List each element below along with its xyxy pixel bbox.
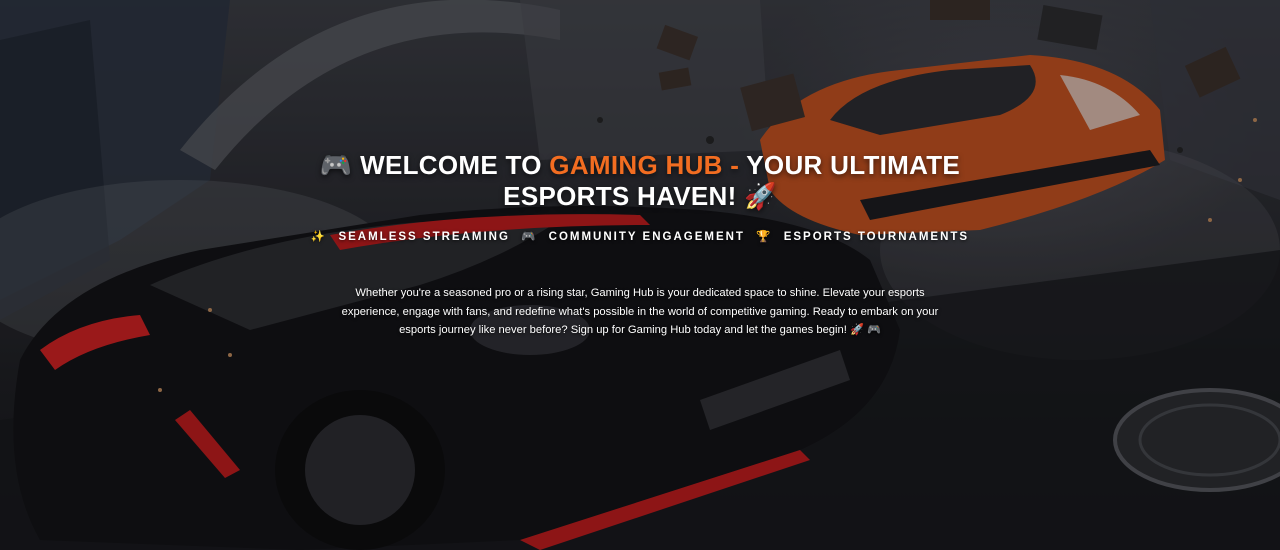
feature-list: ✨ SEAMLESS STREAMING 🎮 COMMUNITY ENGAGEM… <box>240 230 1040 244</box>
hero-description: Whether you're a seasoned pro or a risin… <box>330 284 950 340</box>
rocket-gamepad-icons: 🚀 🎮 <box>849 324 881 336</box>
gamepad-icon: 🎮 <box>319 150 353 180</box>
description-text: Whether you're a seasoned pro or a risin… <box>341 287 939 336</box>
feature-tournaments: ESPORTS TOURNAMENTS <box>783 231 970 243</box>
feature-streaming: SEAMLESS STREAMING <box>338 231 510 243</box>
title-brand-name: GAMING HUB - <box>549 150 740 180</box>
rocket-icon: 🚀 <box>744 181 777 211</box>
trophy-icon: 🏆 <box>756 231 773 243</box>
hero-section: 🎮 WELCOME TO GAMING HUB - YOUR ULTIMATE … <box>0 0 1280 550</box>
hero-content: 🎮 WELCOME TO GAMING HUB - YOUR ULTIMATE … <box>0 0 1280 550</box>
title-prefix: WELCOME TO <box>360 150 550 180</box>
hero-title: 🎮 WELCOME TO GAMING HUB - YOUR ULTIMATE … <box>290 150 990 212</box>
gamepad-icon: 🎮 <box>521 231 538 243</box>
sparkles-icon: ✨ <box>310 231 328 243</box>
feature-community: COMMUNITY ENGAGEMENT <box>548 231 745 243</box>
